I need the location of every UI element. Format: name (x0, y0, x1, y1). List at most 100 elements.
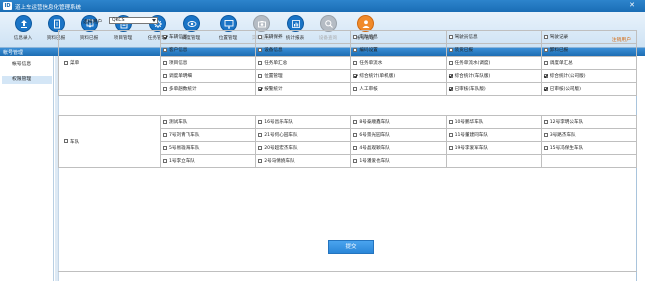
sidebar-item-permission-management[interactable]: 权限管理 (2, 76, 52, 84)
menu-permission-option-label: 任务单汇总 (264, 61, 288, 66)
menu-permission-checkbox[interactable] (163, 86, 167, 91)
fleet-permission-option-label: 21号何心园车队 (264, 133, 298, 138)
fleet-permission-cell: 10号鹏华车队 (445, 115, 542, 129)
app-logo: ID (3, 2, 12, 10)
menu-permission-cell: 任务单流水(调度) (445, 56, 542, 70)
fleet-permission-checkbox[interactable] (543, 145, 548, 150)
menu-permission-option-label: 车辆信息 (169, 35, 188, 40)
upload-icon (15, 15, 32, 32)
menu-permission-cell: 客户信息 (159, 43, 257, 57)
menu-permission-option-label: 按警统计 (264, 87, 283, 92)
submit-button[interactable]: 提交 (328, 240, 374, 254)
close-icon[interactable]: ✕ (629, 2, 635, 9)
menu-permission-cell: 按警统计 (255, 82, 352, 96)
menu-permission-cell: 车辆信息 (159, 30, 257, 44)
menu-permission-checkbox[interactable] (543, 73, 548, 78)
toolbar-button-label: 信息录入 (13, 36, 33, 41)
menu-permission-cell: 综合统计(车队版) (445, 69, 542, 83)
fleet-permission-checkbox[interactable] (448, 132, 453, 137)
fleet-permission-checkbox[interactable] (353, 145, 358, 150)
menu-permission-checkbox[interactable] (353, 34, 358, 39)
menu-permission-select-all-checkbox[interactable] (64, 60, 68, 65)
menu-permission-option-label: 调度单汇总 (549, 61, 573, 66)
menu-permission-checkbox[interactable] (448, 34, 453, 39)
fleet-permission-checkbox[interactable] (543, 132, 548, 137)
fleet-permission-checkbox[interactable] (163, 145, 167, 150)
menu-permission-cell: 装货已报 (445, 43, 542, 57)
fleet-permission-checkbox[interactable] (543, 119, 548, 124)
fleet-permission-option-label: 测试车队 (169, 120, 188, 125)
menu-permission-checkbox[interactable] (258, 60, 263, 65)
app-title: 道上车运营信息化管理系统 (15, 5, 82, 11)
menu-permission-option-label: 位置管理 (264, 74, 283, 79)
menu-permission-option-label: 综合统计(单机版) (359, 74, 396, 79)
fleet-permission-checkbox[interactable] (353, 132, 358, 137)
menu-permission-cell: 综合统计(公司版) (540, 69, 638, 83)
user-select-value: QKCS (112, 18, 125, 23)
sidebar-item-account-info[interactable]: 帐号信息 (2, 61, 52, 69)
menu-permission-option-label: 综合统计(公司版) (549, 74, 586, 79)
menu-permission-cell: 位置管理 (255, 69, 352, 83)
menu-permission-cell: 综合统计(单机版) (350, 69, 447, 83)
fleet-permission-cell (445, 154, 542, 168)
menu-permission-checkbox[interactable] (258, 86, 263, 91)
menu-permission-checkbox[interactable] (353, 86, 358, 91)
menu-permission-option-label: 车辆保养 (264, 35, 283, 40)
menu-permission-checkbox[interactable] (543, 47, 548, 52)
menu-permission-checkbox[interactable] (448, 60, 453, 65)
divider (58, 271, 637, 272)
menu-permission-checkbox[interactable] (448, 86, 453, 91)
menu-permission-checkbox[interactable] (543, 60, 548, 65)
fleet-permission-checkbox[interactable] (258, 132, 263, 137)
fleet-permission-group-label: 车队 (70, 139, 80, 145)
menu-permission-cell: 卸料已报 (540, 43, 638, 57)
menu-permission-checkbox[interactable] (543, 86, 548, 91)
fleet-permission-cell: 1号潘爱也车队 (350, 154, 447, 168)
fleet-permission-cell: 5号易珑海车队 (159, 141, 257, 155)
menu-permission-cell: 编码设置 (350, 43, 447, 57)
menu-permission-option-label: 卸料已报 (549, 48, 569, 53)
fleet-permission-option-label: 10号鹏华车队 (454, 120, 484, 125)
menu-permission-checkbox[interactable] (353, 60, 358, 65)
menu-permission-checkbox[interactable] (353, 73, 358, 78)
menu-permission-cell: 驾驶员信息 (445, 30, 542, 44)
menu-permission-checkbox[interactable] (163, 34, 167, 39)
menu-permission-checkbox[interactable] (258, 34, 263, 39)
fleet-permission-select-all-checkbox[interactable] (64, 139, 68, 143)
fleet-permission-checkbox[interactable] (353, 158, 358, 163)
menu-permission-checkbox[interactable] (448, 47, 453, 52)
menu-permission-checkbox[interactable] (258, 73, 263, 78)
panel-title: 帐号管理 (3, 50, 24, 56)
fleet-permission-option-label: 1号李立车队 (169, 159, 195, 164)
fleet-permission-checkbox[interactable] (353, 119, 358, 124)
menu-permission-checkbox[interactable] (353, 47, 358, 52)
menu-permission-group-label: 菜单 (70, 61, 80, 66)
fleet-permission-cell: 16号昌乐车队 (255, 115, 352, 129)
menu-permission-checkbox[interactable] (163, 73, 167, 78)
fleet-permission-checkbox[interactable] (448, 119, 453, 124)
fleet-permission-checkbox[interactable] (163, 119, 167, 124)
title-bar: ID 道上车运营信息化管理系统 ✕ (0, 0, 645, 12)
menu-permission-checkbox[interactable] (258, 47, 263, 52)
fleet-permission-cell: 3号路杰车队 (540, 128, 638, 142)
fleet-permission-checkbox[interactable] (448, 145, 453, 150)
menu-permission-checkbox[interactable] (163, 47, 167, 52)
fleet-permission-checkbox[interactable] (258, 158, 263, 163)
user-select[interactable]: QKCS (109, 17, 158, 24)
menu-permission-checkbox[interactable] (543, 34, 548, 39)
fleet-permission-cell: 测试车队 (159, 115, 257, 129)
menu-permission-option-label: 已审核(公司版) (549, 87, 581, 92)
menu-permission-cell: 任务单汇总 (255, 56, 352, 70)
toolbar-button-upload[interactable]: 信息录入 (8, 14, 38, 47)
fleet-permission-checkbox[interactable] (163, 132, 167, 137)
menu-permission-cell: 车辆保养 (255, 30, 352, 44)
fleet-permission-option-label: 8号泰顺鑫车队 (359, 120, 390, 125)
menu-permission-group-cell: 菜单 (58, 30, 161, 96)
fleet-permission-checkbox[interactable] (163, 158, 167, 163)
menu-permission-checkbox[interactable] (448, 73, 453, 78)
menu-permission-checkbox[interactable] (163, 60, 167, 65)
fleet-permission-checkbox[interactable] (258, 145, 263, 150)
fleet-permission-checkbox[interactable] (258, 119, 263, 124)
fleet-permission-cell: 6号景光园车队 (350, 128, 447, 142)
fleet-permission-cell: 20号超宏杰车队 (255, 141, 352, 155)
